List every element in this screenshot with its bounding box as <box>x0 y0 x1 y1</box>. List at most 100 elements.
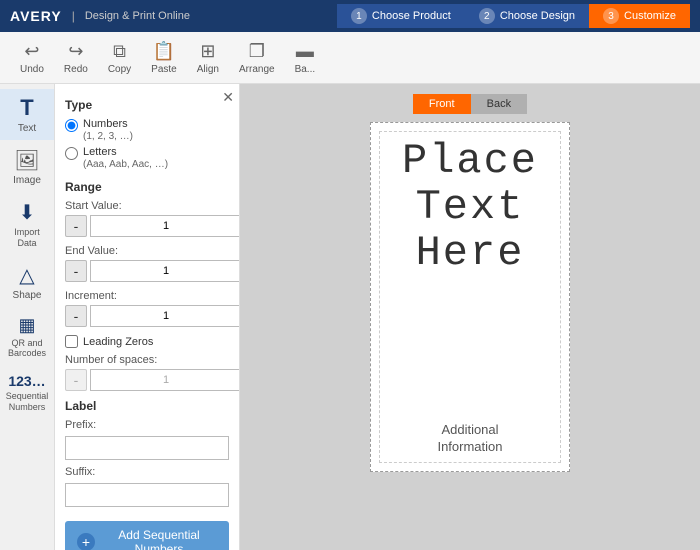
shape-icon: △ <box>19 263 34 288</box>
sidebar-image-label: Image <box>13 175 41 186</box>
toolbar-copy[interactable]: ⧉ Copy <box>108 41 131 75</box>
radio-letters-label: Letters <box>83 146 117 158</box>
num-spaces-minus[interactable]: - <box>65 369 87 391</box>
step-num-3: 3 <box>603 8 619 24</box>
canvas-area: Front Back PlaceTextHere AdditionalInfor… <box>240 84 700 550</box>
sidebar-item-import[interactable]: ⬇ Import Data <box>0 194 54 255</box>
type-radio-group: Numbers (1, 2, 3, …) Letters (Aaa, Aab, … <box>65 118 229 170</box>
panel: ✕ Type Numbers (1, 2, 3, …) Letters (Aaa… <box>55 84 240 550</box>
step-label-1: Choose Product <box>372 10 451 22</box>
leading-zeros-label: Leading Zeros <box>83 336 153 348</box>
redo-label: Redo <box>64 64 88 75</box>
nav-divider: | <box>72 9 75 23</box>
start-value-input[interactable] <box>90 215 240 237</box>
end-value-label: End Value: <box>65 245 229 257</box>
nav-subtitle: Design & Print Online <box>85 10 190 22</box>
arrange-label: Arrange <box>239 64 275 75</box>
toolbar-ba[interactable]: ▬ Ba... <box>295 41 316 75</box>
radio-letters-hint: (Aaa, Aab, Aac, …) <box>83 159 168 170</box>
paste-icon: 📋 <box>153 41 175 62</box>
step-label-2: Choose Design <box>500 10 575 22</box>
sidebar-sequential-label: Sequential Numbers <box>4 391 50 413</box>
sidebar-qr-label: QR and Barcodes <box>4 338 50 360</box>
increment-input[interactable] <box>90 305 240 327</box>
sidebar-item-qr[interactable]: ▦ QR and Barcodes <box>0 309 54 366</box>
suffix-input[interactable] <box>65 483 229 507</box>
place-text: PlaceTextHere <box>402 138 538 277</box>
increment-label: Increment: <box>65 290 229 302</box>
add-sequential-button[interactable]: + Add Sequential Numbers <box>65 521 229 550</box>
increment-minus[interactable]: - <box>65 305 87 327</box>
end-value-minus[interactable]: - <box>65 260 87 282</box>
num-spaces-label: Number of spaces: <box>65 354 229 366</box>
nav-steps: 1 Choose Product 2 Choose Design 3 Custo… <box>337 4 690 28</box>
add-btn-label: Add Sequential Numbers <box>101 528 217 550</box>
end-value-input[interactable] <box>90 260 240 282</box>
main-layout: T Text 🖼 Image ⬇ Import Data △ Shape ▦ Q… <box>0 84 700 550</box>
radio-numbers-input[interactable] <box>65 119 78 132</box>
step-label-3: Customize <box>624 10 676 22</box>
toolbar-arrange[interactable]: ❐ Arrange <box>239 41 275 75</box>
toolbar-redo[interactable]: ↪ Redo <box>64 41 88 75</box>
leading-zeros-row[interactable]: Leading Zeros <box>65 335 229 348</box>
prefix-input[interactable] <box>65 436 229 460</box>
add-plus-icon: + <box>77 533 95 550</box>
avery-logo: AVERY <box>10 8 62 24</box>
start-value-minus[interactable]: - <box>65 215 87 237</box>
panel-close-button[interactable]: ✕ <box>222 89 234 106</box>
nav-step-3[interactable]: 3 Customize <box>589 4 690 28</box>
radio-numbers[interactable]: Numbers (1, 2, 3, …) <box>65 118 229 142</box>
sidebar-item-text[interactable]: T Text <box>0 89 54 140</box>
image-icon: 🖼 <box>14 148 39 173</box>
end-value-row: - + <box>65 260 229 282</box>
back-tab[interactable]: Back <box>471 94 527 114</box>
align-icon: ⊞ <box>200 41 215 62</box>
qr-icon: ▦ <box>18 315 35 336</box>
leading-zeros-checkbox[interactable] <box>65 335 78 348</box>
undo-icon: ↩ <box>24 41 39 62</box>
toolbar-align[interactable]: ⊞ Align <box>197 41 219 75</box>
ba-icon: ▬ <box>296 41 314 62</box>
redo-icon: ↪ <box>68 41 83 62</box>
range-section-title: Range <box>65 180 229 194</box>
arrange-icon: ❐ <box>249 41 265 62</box>
sidebar-item-shape[interactable]: △ Shape <box>0 257 54 307</box>
sequential-icon: 123… <box>8 373 45 389</box>
canvas-tabs: Front Back <box>413 94 527 114</box>
radio-letters-input[interactable] <box>65 147 78 160</box>
align-label: Align <box>197 64 219 75</box>
copy-icon: ⧉ <box>113 41 126 62</box>
paste-label: Paste <box>151 64 177 75</box>
canvas-frame: PlaceTextHere AdditionalInformation <box>370 122 570 472</box>
suffix-label: Suffix: <box>65 466 229 478</box>
toolbar-undo[interactable]: ↩ Undo <box>20 41 44 75</box>
start-value-row: - + <box>65 215 229 237</box>
copy-label: Copy <box>108 64 131 75</box>
sidebar-item-image[interactable]: 🖼 Image <box>0 142 54 192</box>
radio-numbers-label: Numbers <box>83 118 128 130</box>
undo-label: Undo <box>20 64 44 75</box>
type-section-title: Type <box>65 98 229 112</box>
left-sidebar: T Text 🖼 Image ⬇ Import Data △ Shape ▦ Q… <box>0 84 55 550</box>
nav-step-1[interactable]: 1 Choose Product <box>337 4 465 28</box>
sidebar-item-sequential[interactable]: 123… Sequential Numbers <box>0 367 54 419</box>
toolbar-paste[interactable]: 📋 Paste <box>151 41 177 75</box>
label-section: Label Prefix: Suffix: <box>65 399 229 513</box>
prefix-label: Prefix: <box>65 419 229 431</box>
step-num-1: 1 <box>351 8 367 24</box>
front-tab[interactable]: Front <box>413 94 471 114</box>
radio-letters[interactable]: Letters (Aaa, Aab, Aac, …) <box>65 146 229 170</box>
step-num-2: 2 <box>479 8 495 24</box>
num-spaces-input[interactable] <box>90 369 240 391</box>
toolbar: ↩ Undo ↪ Redo ⧉ Copy 📋 Paste ⊞ Align ❐ A… <box>0 32 700 84</box>
radio-numbers-hint: (1, 2, 3, …) <box>83 131 133 142</box>
sidebar-shape-label: Shape <box>13 290 42 301</box>
num-spaces-row: - + <box>65 369 229 391</box>
increment-row: - + <box>65 305 229 327</box>
nav-step-2[interactable]: 2 Choose Design <box>465 4 589 28</box>
additional-info: AdditionalInformation <box>437 422 502 456</box>
label-section-title: Label <box>65 399 229 413</box>
start-value-label: Start Value: <box>65 200 229 212</box>
import-icon: ⬇ <box>19 200 36 225</box>
sidebar-import-label: Import Data <box>4 227 50 249</box>
